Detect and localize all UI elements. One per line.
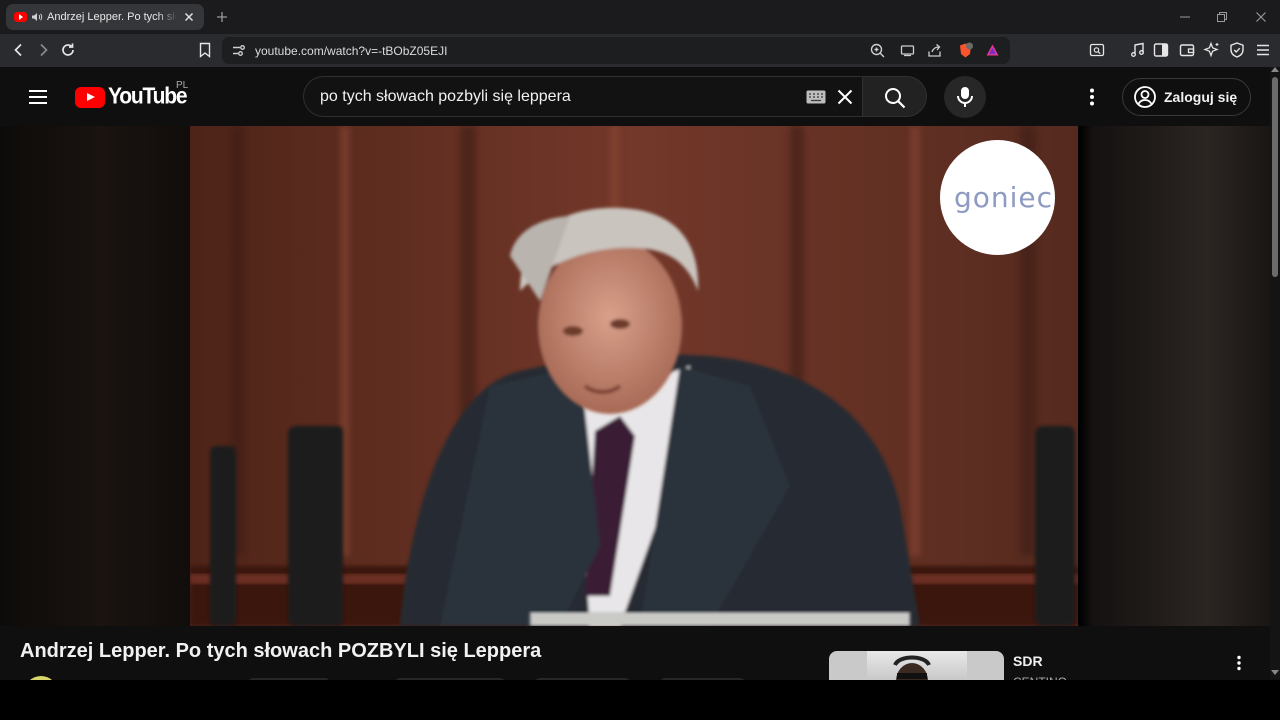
media-icon[interactable] bbox=[1128, 41, 1146, 59]
recommendation-more-icon[interactable] bbox=[1230, 654, 1248, 672]
browser-toolbar: youtube.com/watch?v=-tBObZ05EJI bbox=[0, 34, 1280, 67]
screen-bottom-bar bbox=[0, 680, 1280, 720]
brave-shield-icon[interactable] bbox=[957, 42, 974, 59]
share-icon[interactable] bbox=[926, 42, 943, 59]
search-box[interactable]: po tych słowach pozbyli się leppera bbox=[303, 76, 862, 117]
channel-watermark[interactable]: goniec bbox=[940, 140, 1055, 255]
reload-icon[interactable] bbox=[59, 41, 77, 59]
leo-ai-icon[interactable] bbox=[1203, 41, 1221, 59]
account-icon bbox=[1134, 86, 1156, 108]
browser-tab-active[interactable]: Andrzej Lepper. Po tych słowach POZBYLI … bbox=[6, 4, 204, 30]
vpn-icon[interactable] bbox=[1228, 41, 1246, 59]
youtube-favicon-icon bbox=[14, 12, 27, 22]
sign-in-button[interactable]: Zaloguj się bbox=[1122, 78, 1251, 116]
cast-icon[interactable] bbox=[899, 42, 916, 59]
clear-icon[interactable] bbox=[834, 86, 856, 108]
new-tab-icon[interactable] bbox=[214, 9, 230, 25]
keyboard-icon[interactable] bbox=[806, 90, 826, 104]
more-vert-icon[interactable] bbox=[1080, 85, 1104, 109]
recommendation-title[interactable]: SDR bbox=[1013, 653, 1043, 669]
browser-tabstrip: Andrzej Lepper. Po tych słowach POZBYLI … bbox=[0, 0, 1280, 34]
tab-close-icon[interactable] bbox=[182, 10, 196, 24]
site-info-icon[interactable] bbox=[230, 42, 247, 59]
scroll-up-icon[interactable] bbox=[1271, 67, 1279, 72]
youtube-logo-text: YouTube bbox=[108, 83, 188, 110]
close-window-icon[interactable] bbox=[1253, 9, 1269, 25]
restore-icon[interactable] bbox=[1214, 9, 1230, 25]
youtube-logo[interactable]: YouTube bbox=[75, 83, 188, 110]
back-icon[interactable] bbox=[10, 41, 28, 59]
reader-mode-icon[interactable] bbox=[1088, 41, 1106, 59]
search-input[interactable]: po tych słowach pozbyli się leppera bbox=[320, 88, 571, 106]
hamburger-icon[interactable] bbox=[26, 85, 50, 109]
audio-playing-icon[interactable] bbox=[31, 11, 43, 23]
minimize-icon[interactable] bbox=[1177, 9, 1193, 25]
video-title: Andrzej Lepper. Po tych słowach POZBYLI … bbox=[20, 640, 542, 662]
address-bar[interactable]: youtube.com/watch?v=-tBObZ05EJI bbox=[222, 37, 1010, 64]
menu-icon[interactable] bbox=[1254, 41, 1272, 59]
wallet-icon[interactable] bbox=[1178, 41, 1196, 59]
tab-title: Andrzej Lepper. Po tych słowach POZBYLI … bbox=[47, 11, 177, 23]
sign-in-label: Zaloguj się bbox=[1164, 89, 1238, 105]
country-code: PL bbox=[176, 80, 189, 91]
youtube-masthead: YouTube PL po tych słowach pozbyli się l… bbox=[0, 67, 1270, 126]
bookmark-icon[interactable] bbox=[196, 41, 214, 59]
search-button[interactable] bbox=[862, 76, 927, 117]
search-icon bbox=[885, 88, 906, 109]
page-scrollbar[interactable] bbox=[1270, 67, 1280, 679]
mic-icon bbox=[957, 87, 973, 107]
url-text[interactable]: youtube.com/watch?v=-tBObZ05EJI bbox=[255, 44, 447, 58]
youtube-play-logo-icon bbox=[75, 86, 105, 108]
watermark-text: goniec bbox=[953, 181, 1054, 214]
sidebar-icon[interactable] bbox=[1152, 41, 1170, 59]
forward-icon[interactable] bbox=[34, 41, 52, 59]
scroll-thumb[interactable] bbox=[1272, 77, 1278, 277]
scroll-down-icon[interactable] bbox=[1271, 670, 1279, 675]
zoom-icon[interactable] bbox=[869, 42, 886, 59]
voice-search-button[interactable] bbox=[944, 76, 986, 118]
rewards-icon[interactable] bbox=[984, 42, 1001, 59]
